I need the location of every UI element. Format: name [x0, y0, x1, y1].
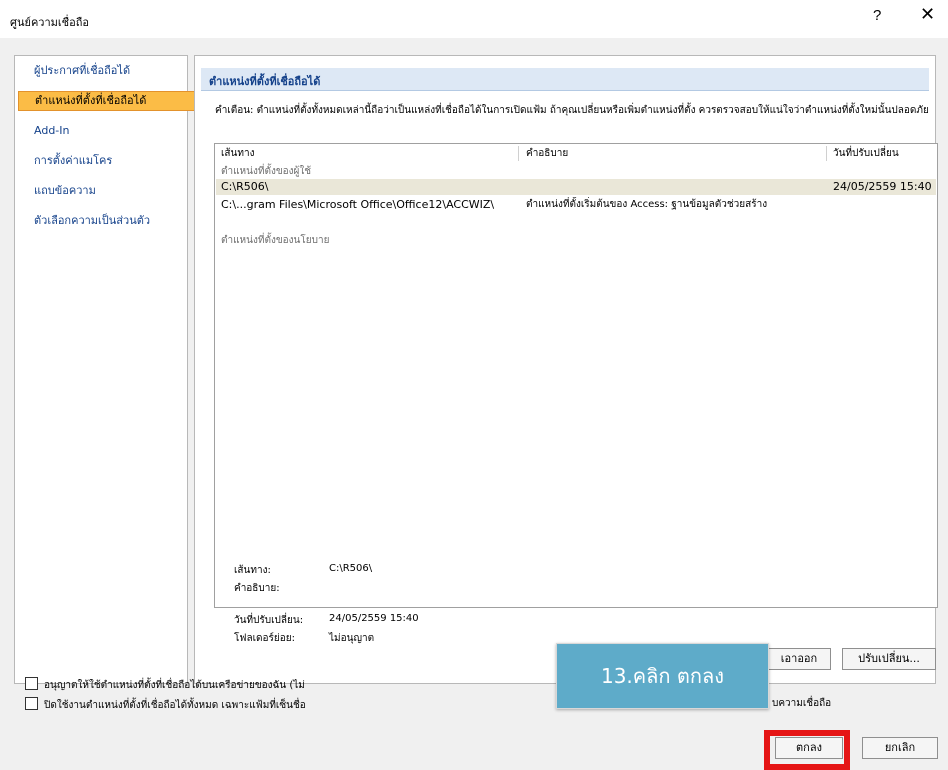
sidebar-item-trusted-locations[interactable]: ตำแหน่งที่ตั้งที่เชื่อถือได้	[18, 91, 198, 111]
checkbox-label: อนุญาตให้ใช้ตำแหน่งที่ตั้งที่เชื่อถือได้…	[44, 680, 305, 691]
detail-subfolders-value: ไม่อนุญาต	[329, 633, 375, 644]
sidebar-item-message-bar[interactable]: แถบข้อความ	[18, 182, 196, 200]
group-policy-locations: ตำแหน่งที่ตั้งของนโยบาย	[221, 235, 330, 246]
warning-text: คำเตือน: ตำแหน่งที่ตั้งทั้งหมดเหล่านี้ถื…	[215, 105, 929, 116]
trusted-locations-table[interactable]: เส้นทาง คำอธิบาย วันที่ปรับเปลี่ยน ตำแหน…	[214, 143, 938, 608]
main-panel: ตำแหน่งที่ตั้งที่เชื่อถือได้ คำเตือน: ตำ…	[194, 55, 938, 684]
column-divider	[826, 146, 827, 161]
checkbox-label-tail: บความเชื่อถือ	[772, 698, 832, 709]
allow-network-locations-checkbox[interactable]: อนุญาตให้ใช้ตำแหน่งที่ตั้งที่เชื่อถือได้…	[25, 677, 305, 693]
checkbox-label: ปิดใช้งานตำแหน่งที่ตั้งที่เชื่อถือได้ทั้…	[44, 700, 306, 711]
detail-modified-label: วันที่ปรับเปลี่ยน:	[234, 615, 304, 626]
column-header-description[interactable]: คำอธิบาย	[526, 145, 568, 163]
ok-button-highlight	[764, 730, 850, 770]
title-bar: ศูนย์ความเชื่อถือ ? ✕	[0, 0, 948, 38]
modify-button[interactable]: ปรับเปลี่ยน...	[842, 648, 936, 670]
section-header: ตำแหน่งที่ตั้งที่เชื่อถือได้	[201, 68, 929, 91]
row-path: C:\R506\	[221, 180, 269, 193]
checkbox-box[interactable]	[25, 677, 38, 690]
cancel-button[interactable]: ยกเลิก	[862, 737, 938, 759]
sidebar-item-add-ins[interactable]: Add-In	[18, 122, 196, 140]
detail-path-label: เส้นทาง:	[234, 565, 271, 576]
close-icon[interactable]: ✕	[920, 4, 935, 25]
sidebar-item-privacy-options[interactable]: ตัวเลือกความเป็นส่วนตัว	[18, 212, 196, 230]
group-user-locations: ตำแหน่งที่ตั้งของผู้ใช้	[221, 166, 312, 177]
detail-subfolders-label: โฟลเดอร์ย่อย:	[234, 633, 295, 644]
row-modified: 24/05/2559 15:40	[833, 180, 932, 193]
sidebar-item-trusted-publishers[interactable]: ผู้ประกาศที่เชื่อถือได้	[18, 62, 196, 80]
table-row[interactable]: C:\R506\ 24/05/2559 15:40	[216, 179, 936, 195]
window-title: ศูนย์ความเชื่อถือ	[10, 16, 90, 29]
row-description: ตำแหน่งที่ตั้งเริ่มต้นของ Access: ฐานข้อ…	[526, 199, 768, 210]
remove-button[interactable]: เอาออก	[767, 648, 831, 670]
column-header-path[interactable]: เส้นทาง	[221, 145, 254, 163]
sidebar-item-macro-settings[interactable]: การตั้งค่าแมโคร	[18, 152, 196, 170]
detail-path-value: C:\R506\	[329, 563, 373, 574]
section-title: ตำแหน่งที่ตั้งที่เชื่อถือได้	[209, 75, 321, 88]
checkbox-box[interactable]	[25, 697, 38, 710]
instruction-callout: 13.คลิก ตกลง	[556, 643, 769, 709]
row-path: C:\...gram Files\Microsoft Office\Office…	[221, 198, 495, 211]
help-icon[interactable]: ?	[873, 7, 881, 24]
column-header-modified[interactable]: วันที่ปรับเปลี่ยน	[833, 145, 899, 163]
column-divider	[518, 146, 519, 161]
disable-all-locations-checkbox[interactable]: ปิดใช้งานตำแหน่งที่ตั้งที่เชื่อถือได้ทั้…	[25, 697, 306, 713]
table-row[interactable]: C:\...gram Files\Microsoft Office\Office…	[216, 197, 936, 213]
detail-description-label: คำอธิบาย:	[234, 583, 280, 594]
sidebar: ผู้ประกาศที่เชื่อถือได้ ตำแหน่งที่ตั้งที…	[14, 55, 198, 684]
detail-modified-value: 24/05/2559 15:40	[329, 613, 419, 624]
